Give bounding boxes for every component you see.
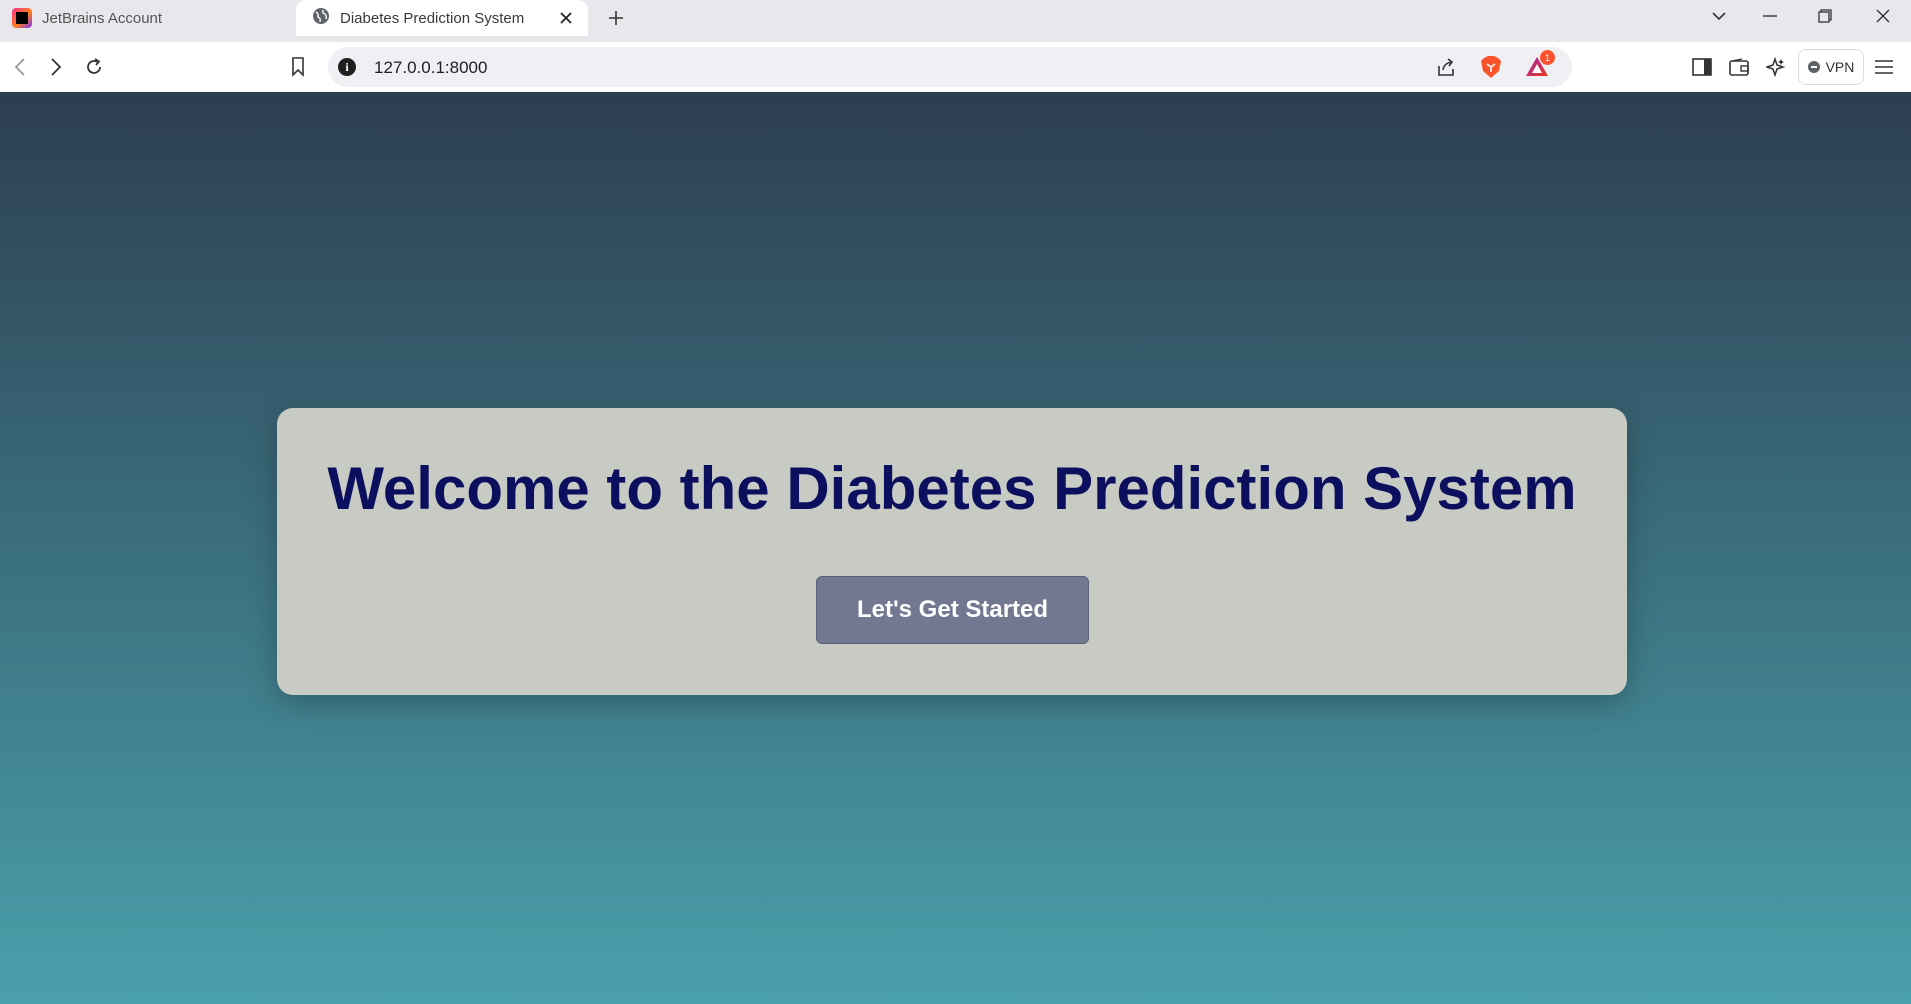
vpn-status-icon (1807, 61, 1820, 73)
tab-diabetes-prediction[interactable]: Diabetes Prediction System (296, 0, 588, 36)
tab-jetbrains-account[interactable]: JetBrains Account (0, 0, 290, 36)
minimize-icon[interactable] (1742, 0, 1798, 32)
browser-toolbar: i 127.0.0.1:8000 1 VPN (0, 42, 1911, 92)
jetbrains-icon (12, 8, 32, 28)
tab-search-chevron-icon[interactable] (1691, 0, 1747, 32)
globe-icon (312, 7, 330, 29)
page-background: Welcome to the Diabetes Prediction Syste… (0, 92, 1911, 1004)
bookmark-icon[interactable] (284, 53, 312, 81)
restore-icon[interactable] (1797, 0, 1853, 32)
reload-icon[interactable] (80, 53, 108, 81)
vpn-button[interactable]: VPN (1798, 49, 1864, 85)
share-icon[interactable] (1432, 53, 1460, 81)
menu-icon[interactable] (1870, 53, 1898, 81)
tab-strip: JetBrains Account Diabetes Prediction Sy… (0, 0, 1911, 42)
vpn-label: VPN (1825, 59, 1855, 75)
notification-badge: 1 (1540, 50, 1555, 65)
get-started-button[interactable]: Let's Get Started (816, 576, 1089, 644)
welcome-card: Welcome to the Diabetes Prediction Syste… (277, 408, 1627, 695)
close-window-icon[interactable] (1855, 0, 1911, 32)
site-info-icon[interactable]: i (338, 58, 356, 76)
address-bar[interactable]: i 127.0.0.1:8000 1 (328, 47, 1572, 87)
wallet-icon[interactable] (1725, 53, 1753, 81)
tab-title: JetBrains Account (42, 9, 163, 27)
forward-arrow-icon[interactable] (42, 53, 70, 81)
close-tab-icon[interactable] (556, 8, 576, 28)
back-arrow-icon[interactable] (6, 53, 34, 81)
brave-shields-icon[interactable] (1477, 53, 1505, 81)
page-title: Welcome to the Diabetes Prediction Syste… (327, 455, 1577, 522)
sidebar-toggle-icon[interactable] (1688, 53, 1716, 81)
leo-ai-icon[interactable] (1762, 53, 1790, 81)
brave-rewards-icon[interactable]: 1 (1523, 50, 1555, 81)
url-text[interactable]: 127.0.0.1:8000 (374, 58, 487, 78)
tab-title: Diabetes Prediction System (340, 9, 525, 27)
new-tab-button[interactable] (602, 4, 630, 32)
